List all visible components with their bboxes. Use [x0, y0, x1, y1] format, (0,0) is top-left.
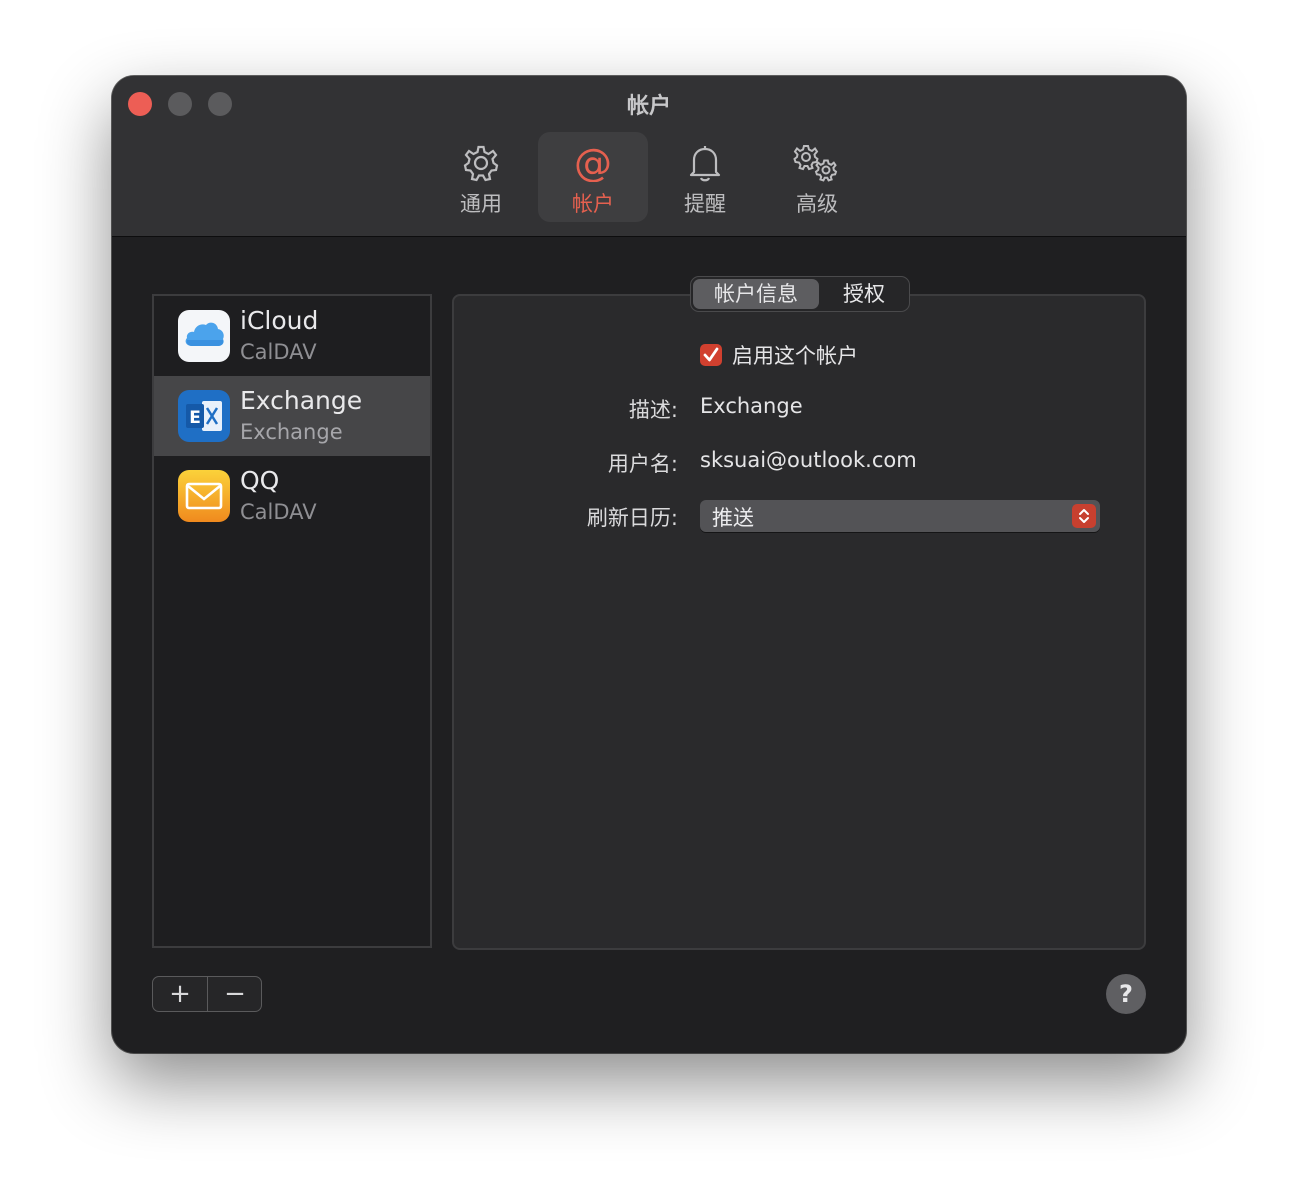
username-label: 用户名:: [607, 452, 678, 476]
account-type: CalDAV: [240, 500, 317, 524]
account-name: QQ: [240, 466, 280, 495]
help-button[interactable]: ?: [1106, 974, 1146, 1014]
account-name: iCloud: [240, 306, 319, 335]
account-details-panel: [452, 294, 1146, 950]
at-icon: @: [574, 144, 612, 182]
account-row-icloud[interactable]: iCloud CalDAV: [154, 296, 430, 376]
details-tab-control[interactable]: 帐户信息 授权: [690, 276, 910, 312]
enable-account-checkbox[interactable]: [700, 344, 722, 366]
icloud-icon: [178, 310, 230, 362]
description-label: 描述:: [628, 398, 678, 422]
exchange-icon: E: [178, 390, 230, 442]
mail-icon: [178, 470, 230, 522]
add-remove-control: + −: [152, 976, 262, 1012]
account-row-exchange[interactable]: E Exchange Exchange: [154, 376, 430, 456]
toolbar-general[interactable]: 通用: [426, 132, 536, 222]
account-name: Exchange: [240, 386, 363, 415]
checkmark-icon: [703, 347, 719, 362]
toolbar-accounts[interactable]: @ 帐户: [538, 132, 648, 222]
gear-icon: [463, 145, 499, 182]
description-value: Exchange: [700, 394, 803, 418]
svg-text:E: E: [189, 408, 201, 428]
username-value: sksuai@outlook.com: [700, 448, 917, 472]
toolbar-general-label: 通用: [460, 192, 502, 216]
refresh-calendar-label: 刷新日历:: [586, 506, 678, 530]
enable-account-label: 启用这个帐户: [732, 344, 858, 368]
toolbar-advanced-label: 高级: [796, 192, 838, 216]
tab-authorization[interactable]: 授权: [821, 279, 907, 309]
svg-text:@: @: [574, 144, 612, 182]
toolbar-alerts-label: 提醒: [684, 192, 726, 216]
toolbar-advanced[interactable]: 高级: [762, 132, 872, 222]
account-type: CalDAV: [240, 340, 317, 364]
remove-account-button[interactable]: −: [208, 977, 262, 1011]
add-account-button[interactable]: +: [153, 977, 207, 1011]
account-list[interactable]: iCloud CalDAV E Exchange Exchange QQ Cal…: [152, 294, 432, 948]
updown-chevron-icon: [1072, 504, 1096, 528]
toolbar-accounts-label: 帐户: [572, 192, 614, 216]
refresh-calendar-select[interactable]: 推送: [700, 500, 1100, 532]
tab-account-info[interactable]: 帐户信息: [693, 279, 819, 309]
titlebar: 帐户 通用 @ 帐户 提醒 高级: [112, 76, 1186, 237]
toolbar-alerts[interactable]: 提醒: [650, 132, 760, 222]
gears-icon: [793, 145, 838, 182]
account-row-qq[interactable]: QQ CalDAV: [154, 456, 430, 536]
preferences-window: 帐户 通用 @ 帐户 提醒 高级 iCloud CalDAV E Exchang…: [112, 76, 1186, 1053]
account-type: Exchange: [240, 420, 343, 444]
bell-icon: [689, 146, 721, 182]
window-title: 帐户: [626, 94, 671, 119]
refresh-calendar-value: 推送: [712, 506, 754, 530]
